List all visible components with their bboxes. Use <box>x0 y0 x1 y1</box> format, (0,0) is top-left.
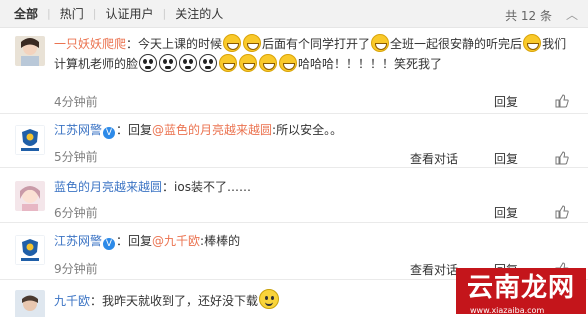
comment-item: 蓝色的月亮越来越圆：ios装不了…… 6分钟前 回复 <box>0 168 588 223</box>
comment-time: 9分钟前 <box>54 262 98 276</box>
mask-emoji-icon <box>139 54 158 72</box>
comment-item: 一只妖妖爬爬：今天上课的时候 后面有个同学打开了 全班一起很安静的听完后 我们计算机老… <box>0 28 588 114</box>
police-badge-avatar-icon <box>15 125 45 155</box>
smile-emoji-icon <box>259 289 280 309</box>
comment-text: 一只妖妖爬爬：今天上课的时候 后面有个同学打开了 全班一起很安静的听完后 我们计算机老… <box>54 34 578 74</box>
reply-button[interactable]: 回复 <box>494 204 518 221</box>
laugh-emoji-icon <box>223 34 242 52</box>
avatar[interactable] <box>15 181 45 211</box>
watermark-url: www.xiazaiba.com <box>470 306 545 315</box>
laugh-emoji-icon <box>243 34 262 52</box>
thumb-up-icon[interactable] <box>555 151 569 165</box>
laugh-emoji-icon <box>523 34 542 52</box>
verified-badge-icon: V <box>103 238 116 250</box>
comment-text: 江苏网警 V ：回复@九千欧:棒棒的 <box>54 231 578 251</box>
comment-body: :棒棒的 <box>200 234 241 248</box>
user-avatar-icon <box>15 290 45 317</box>
comment-item: 江苏网警 V ：回复@蓝色的月亮越来越圆:所以安全。。 5分钟前 查看对话 回复 <box>0 114 588 168</box>
comment-username[interactable]: 蓝色的月亮越来越圆 <box>54 180 162 194</box>
avatar[interactable] <box>15 290 45 317</box>
thumb-up-icon[interactable] <box>555 94 569 108</box>
comment-text: 江苏网警 V ：回复@蓝色的月亮越来越圆:所以安全。。 <box>54 120 578 140</box>
mask-emoji-icon <box>179 54 198 72</box>
comment-total-count: 共 12 条 <box>505 9 552 23</box>
mention-link[interactable]: @九千欧 <box>152 234 200 248</box>
mention-link[interactable]: @蓝色的月亮越来越圆 <box>152 123 272 137</box>
thumb-up-icon[interactable] <box>555 205 569 219</box>
comment-time: 6分钟前 <box>54 206 98 220</box>
user-avatar-icon <box>15 36 45 66</box>
verified-badge-icon: V <box>103 127 116 139</box>
laugh-emoji-icon <box>259 54 278 72</box>
police-badge-avatar-icon <box>15 235 45 265</box>
comment-body: :所以安全。。 <box>272 123 343 137</box>
tab-all[interactable]: 全部 <box>14 5 38 22</box>
avatar[interactable] <box>15 125 45 155</box>
user-avatar-icon <box>15 181 45 211</box>
laugh-emoji-icon <box>279 54 298 72</box>
view-conversation-button[interactable]: 查看对话 <box>410 261 458 278</box>
laugh-emoji-icon <box>239 54 258 72</box>
view-conversation-button[interactable]: 查看对话 <box>410 150 458 167</box>
mask-emoji-icon <box>159 54 178 72</box>
tab-following[interactable]: 关注的人 <box>175 5 223 22</box>
comment-body: 全班一起很安静的听完后 <box>390 37 523 51</box>
comment-body: ：ios装不了…… <box>162 180 251 194</box>
comment-username[interactable]: 九千欧 <box>54 294 90 308</box>
mask-emoji-icon <box>199 54 218 72</box>
comment-username[interactable]: 江苏网警 <box>54 123 102 137</box>
comment-time: 5分钟前 <box>54 150 98 164</box>
laugh-emoji-icon <box>371 34 390 52</box>
tab-separator: | <box>162 7 167 20</box>
comment-body: 后面有个同学打开了 <box>262 37 371 51</box>
comment-reply-prefix: ：回复 <box>116 123 153 137</box>
avatar[interactable] <box>15 235 45 265</box>
laugh-emoji-icon <box>219 54 238 72</box>
reply-button[interactable]: 回复 <box>494 150 518 167</box>
comment-reply-prefix: ：回复 <box>116 234 153 248</box>
avatar[interactable] <box>15 36 45 66</box>
comment-body: ：我昨天就收到了，还好没下载 <box>90 294 259 308</box>
comment-body: 哈哈哈！！！！！笑死我了 <box>298 57 443 71</box>
tab-verified-users[interactable]: 认证用户 <box>105 5 153 22</box>
tab-separator: | <box>47 7 51 20</box>
comment-time: 4分钟前 <box>54 95 98 109</box>
reply-button[interactable]: 回复 <box>494 93 518 110</box>
tab-separator: | <box>92 7 97 20</box>
comment-text: 蓝色的月亮越来越圆：ios装不了…… <box>54 177 578 197</box>
comment-username[interactable]: 一只妖妖爬爬 <box>54 37 126 51</box>
chevron-up-icon[interactable]: ︿ <box>566 6 578 23</box>
comment-filter-bar: 全部 | 热门 | 认证用户 | 关注的人 共 12 条 ︿ <box>0 0 588 28</box>
comment-username[interactable]: 江苏网警 <box>54 234 102 248</box>
comment-body: ：今天上课的时候 <box>126 37 223 51</box>
tab-hot[interactable]: 热门 <box>60 5 84 22</box>
